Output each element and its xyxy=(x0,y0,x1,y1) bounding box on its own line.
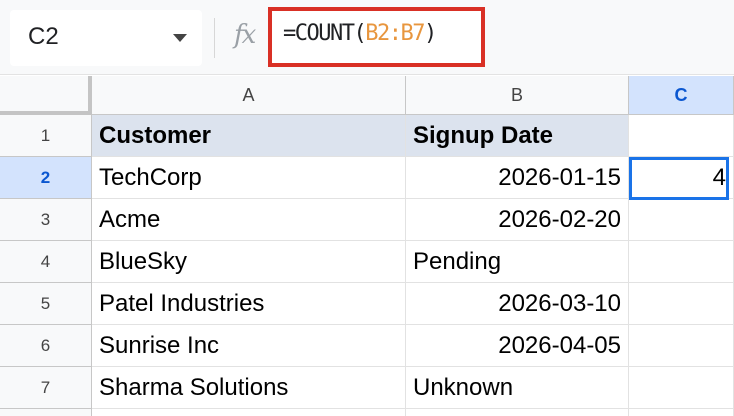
cell-b3[interactable]: 2026-02-20 xyxy=(406,199,629,241)
row-header-3[interactable]: 3 xyxy=(0,199,92,241)
cell-a4[interactable]: BlueSky xyxy=(92,241,406,283)
row-header-7[interactable]: 7 xyxy=(0,367,92,409)
formula-range-ref: B2:B7 xyxy=(365,21,425,46)
cell-c1[interactable] xyxy=(629,115,734,157)
cell-b4[interactable]: Pending xyxy=(406,241,629,283)
column-header-a[interactable]: A xyxy=(92,76,406,115)
formula-text: =COUNT(B2:B7) xyxy=(283,21,437,46)
toolbar-divider xyxy=(214,18,215,58)
cell-c6[interactable] xyxy=(629,325,734,367)
chevron-down-icon[interactable] xyxy=(173,34,187,42)
cell-c7[interactable] xyxy=(629,367,734,409)
column-header-b[interactable]: B xyxy=(406,76,629,115)
cell-a2[interactable]: TechCorp xyxy=(92,157,406,199)
cell-a8[interactable] xyxy=(92,409,406,416)
select-all-corner[interactable] xyxy=(0,76,92,115)
cell-b1[interactable]: Signup Date xyxy=(406,115,629,157)
row-header-6[interactable]: 6 xyxy=(0,325,92,367)
cell-b7[interactable]: Unknown xyxy=(406,367,629,409)
row-header-8[interactable] xyxy=(0,409,92,416)
cell-a6[interactable]: Sunrise Inc xyxy=(92,325,406,367)
name-box[interactable]: C2 xyxy=(10,10,202,66)
cell-b6[interactable]: 2026-04-05 xyxy=(406,325,629,367)
cell-a7[interactable]: Sharma Solutions xyxy=(92,367,406,409)
fx-icon: fx xyxy=(234,20,256,50)
row-header-4[interactable]: 4 xyxy=(0,241,92,283)
cell-a5[interactable]: Patel Industries xyxy=(92,283,406,325)
cell-c8[interactable] xyxy=(629,409,734,416)
cell-b2[interactable]: 2026-01-15 xyxy=(406,157,629,199)
formula-prefix: =COUNT( xyxy=(283,21,367,46)
column-header-c[interactable]: C xyxy=(629,76,734,115)
row-header-1[interactable]: 1 xyxy=(0,115,92,157)
cell-c3[interactable] xyxy=(629,199,734,241)
active-cell-outline[interactable] xyxy=(629,157,729,200)
cell-c4[interactable] xyxy=(629,241,734,283)
name-box-value: C2 xyxy=(28,23,59,50)
row-header-5[interactable]: 5 xyxy=(0,283,92,325)
cell-b5[interactable]: 2026-03-10 xyxy=(406,283,629,325)
cell-a1[interactable]: Customer xyxy=(92,115,406,157)
formula-suffix: ) xyxy=(423,21,437,46)
cell-a3[interactable]: Acme xyxy=(92,199,406,241)
cell-c5[interactable] xyxy=(629,283,734,325)
row-header-2[interactable]: 2 xyxy=(0,157,92,199)
cell-b8[interactable] xyxy=(406,409,629,416)
